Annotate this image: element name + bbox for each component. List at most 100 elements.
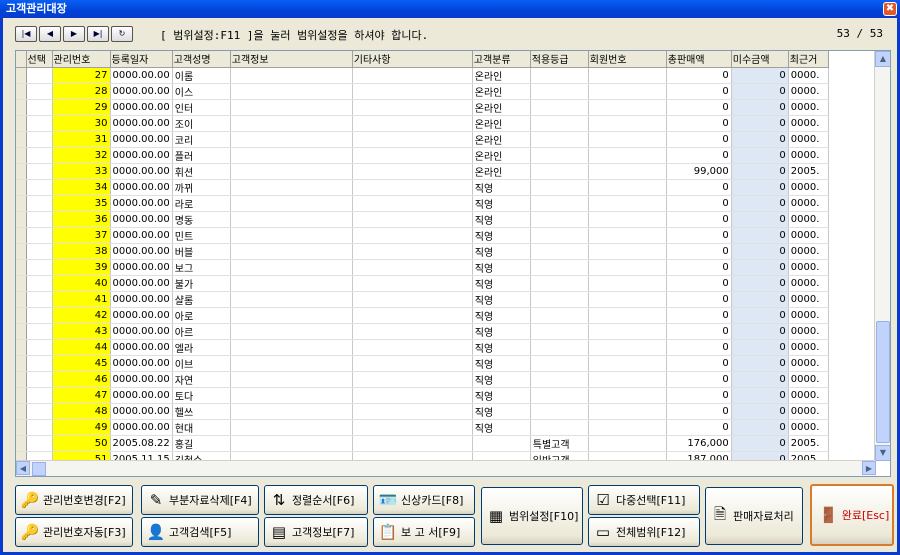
member-cell[interactable]: [588, 227, 667, 244]
table-row[interactable]: 44 0000.00.00 엘라 직영 0 0 0000.: [16, 339, 829, 356]
info-cell[interactable]: [230, 307, 353, 324]
recent-cell[interactable]: 0000.: [788, 115, 829, 132]
table-row[interactable]: 39 0000.00.00 보그 직영 0 0 0000.: [16, 259, 829, 276]
unpaid-cell[interactable]: 0: [731, 243, 789, 260]
info-cell[interactable]: [230, 195, 353, 212]
table-row[interactable]: 28 0000.00.00 이스 온라인 0 0 0000.: [16, 83, 829, 100]
recent-cell[interactable]: 0000.: [788, 259, 829, 276]
table-row[interactable]: 50 2005.08.22 홍길 특별고객 176,000 0 2005.: [16, 435, 829, 452]
unpaid-cell[interactable]: 0: [731, 195, 789, 212]
note-cell[interactable]: [352, 275, 473, 292]
name-cell[interactable]: 샬롬: [172, 291, 231, 308]
total-cell[interactable]: 0: [666, 291, 732, 308]
select-cell[interactable]: [26, 307, 53, 324]
id-cell[interactable]: 41: [52, 291, 111, 308]
total-cell[interactable]: 0: [666, 227, 732, 244]
recent-cell[interactable]: 0000.: [788, 211, 829, 228]
member-cell[interactable]: [588, 163, 667, 180]
row-indicator[interactable]: [16, 243, 27, 260]
date-cell[interactable]: 0000.00.00: [110, 227, 173, 244]
row-indicator[interactable]: [16, 67, 27, 84]
select-cell[interactable]: [26, 99, 53, 116]
grade-cell[interactable]: [530, 67, 589, 84]
refresh-button[interactable]: ↻: [111, 26, 133, 42]
recent-cell[interactable]: 0000.: [788, 387, 829, 404]
row-indicator[interactable]: [16, 291, 27, 308]
info-cell[interactable]: [230, 211, 353, 228]
table-row[interactable]: 45 0000.00.00 이브 직영 0 0 0000.: [16, 355, 829, 372]
sort-button[interactable]: ⇅ 정렬순서[F6]: [264, 485, 368, 515]
row-indicator[interactable]: [16, 419, 27, 436]
total-cell[interactable]: 0: [666, 387, 732, 404]
name-cell[interactable]: 조이: [172, 115, 231, 132]
col-header[interactable]: 선택: [26, 51, 53, 68]
col-header[interactable]: 적용등급: [530, 51, 589, 68]
grade-cell[interactable]: [530, 115, 589, 132]
id-cell[interactable]: 39: [52, 259, 111, 276]
first-record-button[interactable]: |◀: [15, 26, 37, 42]
grade-cell[interactable]: [530, 323, 589, 340]
table-row[interactable]: 47 0000.00.00 토다 직영 0 0 0000.: [16, 387, 829, 404]
col-header[interactable]: 미수금액: [731, 51, 789, 68]
recent-cell[interactable]: 0000.: [788, 99, 829, 116]
id-cell[interactable]: 28: [52, 83, 111, 100]
category-cell[interactable]: 직영: [472, 243, 531, 260]
unpaid-cell[interactable]: 0: [731, 419, 789, 436]
grade-cell[interactable]: [530, 355, 589, 372]
total-cell[interactable]: 99,000: [666, 163, 732, 180]
id-cell[interactable]: 50: [52, 435, 111, 452]
table-row[interactable]: 30 0000.00.00 조이 온라인 0 0 0000.: [16, 115, 829, 132]
info-cell[interactable]: [230, 323, 353, 340]
total-cell[interactable]: 0: [666, 83, 732, 100]
note-cell[interactable]: [352, 259, 473, 276]
table-row[interactable]: 36 0000.00.00 명동 직영 0 0 0000.: [16, 211, 829, 228]
col-header[interactable]: 최근거: [788, 51, 829, 68]
note-cell[interactable]: [352, 339, 473, 356]
note-cell[interactable]: [352, 419, 473, 436]
recent-cell[interactable]: 0000.: [788, 339, 829, 356]
date-cell[interactable]: 0000.00.00: [110, 99, 173, 116]
unpaid-cell[interactable]: 0: [731, 355, 789, 372]
unpaid-cell[interactable]: 0: [731, 179, 789, 196]
total-cell[interactable]: 0: [666, 275, 732, 292]
row-indicator[interactable]: [16, 83, 27, 100]
row-indicator[interactable]: [16, 211, 27, 228]
date-cell[interactable]: 0000.00.00: [110, 323, 173, 340]
table-row[interactable]: 40 0000.00.00 불가 직영 0 0 0000.: [16, 275, 829, 292]
note-cell[interactable]: [352, 355, 473, 372]
select-cell[interactable]: [26, 83, 53, 100]
row-indicator[interactable]: [16, 115, 27, 132]
row-indicator[interactable]: [16, 163, 27, 180]
recent-cell[interactable]: 0000.: [788, 419, 829, 436]
id-cell[interactable]: 48: [52, 403, 111, 420]
member-cell[interactable]: [588, 275, 667, 292]
member-cell[interactable]: [588, 115, 667, 132]
id-cell[interactable]: 43: [52, 323, 111, 340]
date-cell[interactable]: 0000.00.00: [110, 179, 173, 196]
total-cell[interactable]: 0: [666, 307, 732, 324]
grade-cell[interactable]: [530, 131, 589, 148]
grade-cell[interactable]: [530, 83, 589, 100]
category-cell[interactable]: 온라인: [472, 163, 531, 180]
table-row[interactable]: 29 0000.00.00 인터 온라인 0 0 0000.: [16, 99, 829, 116]
name-cell[interactable]: 이롬: [172, 67, 231, 84]
date-cell[interactable]: 0000.00.00: [110, 339, 173, 356]
note-cell[interactable]: [352, 195, 473, 212]
info-cell[interactable]: [230, 259, 353, 276]
note-cell[interactable]: [352, 291, 473, 308]
id-cell[interactable]: 47: [52, 387, 111, 404]
row-indicator[interactable]: [16, 179, 27, 196]
table-row[interactable]: 33 0000.00.00 휘션 온라인 99,000 0 2005.: [16, 163, 829, 180]
table-row[interactable]: 35 0000.00.00 라로 직영 0 0 0000.: [16, 195, 829, 212]
member-cell[interactable]: [588, 435, 667, 452]
table-row[interactable]: 34 0000.00.00 까뀌 직영 0 0 0000.: [16, 179, 829, 196]
date-cell[interactable]: 0000.00.00: [110, 371, 173, 388]
total-cell[interactable]: 0: [666, 323, 732, 340]
id-cell[interactable]: 45: [52, 355, 111, 372]
select-cell[interactable]: [26, 387, 53, 404]
id-cell[interactable]: 32: [52, 147, 111, 164]
grade-cell[interactable]: [530, 291, 589, 308]
row-indicator[interactable]: [16, 403, 27, 420]
category-cell[interactable]: 직영: [472, 179, 531, 196]
name-cell[interactable]: 민트: [172, 227, 231, 244]
